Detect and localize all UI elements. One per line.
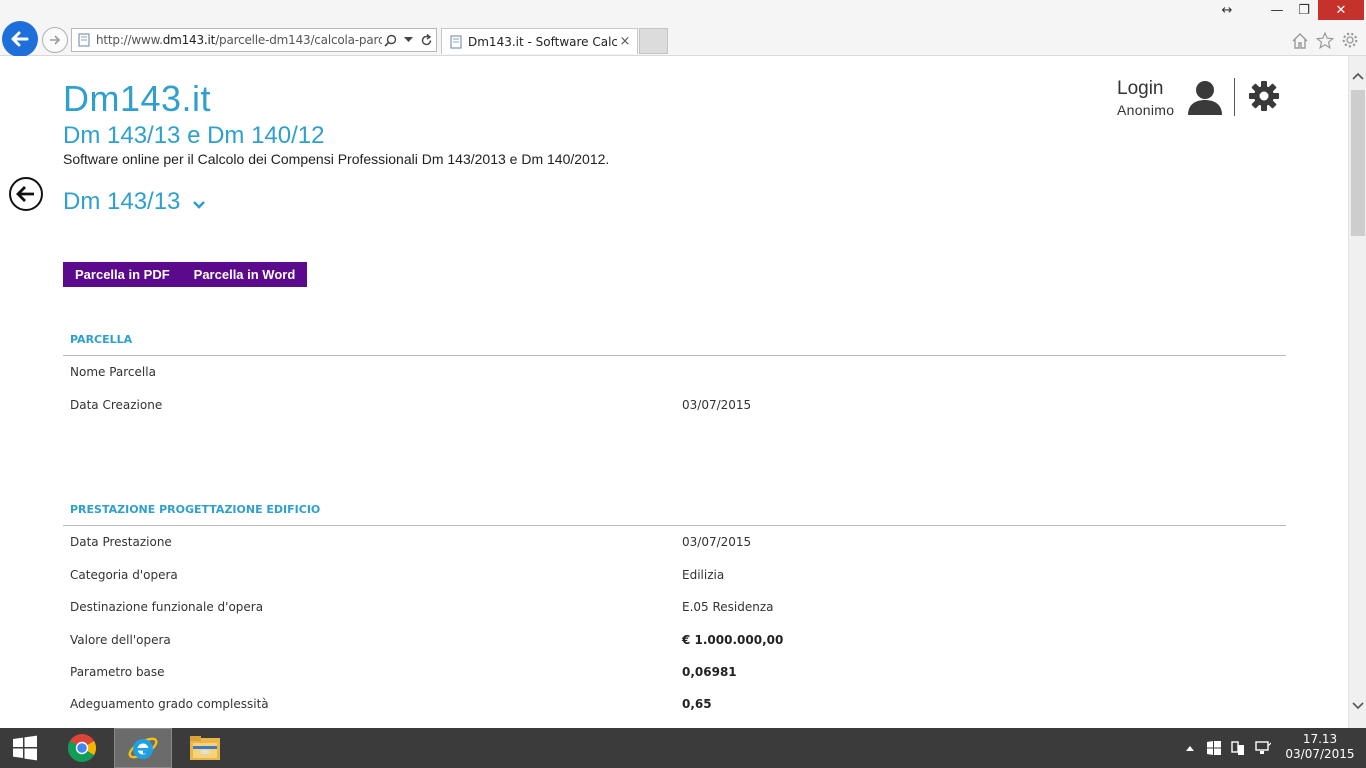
- tab-close-icon[interactable]: ×: [617, 34, 633, 49]
- maximize-button[interactable]: ❐: [1291, 0, 1317, 20]
- action-center-flag-icon[interactable]: [1205, 728, 1223, 768]
- folder-icon: [190, 736, 220, 760]
- browser-tab[interactable]: Dm143.it - Software Calcol... ×: [441, 28, 638, 54]
- arrow-left-icon: [16, 186, 34, 202]
- minimize-button[interactable]: —: [1264, 0, 1290, 20]
- page-content: Dm143.it Dm 143/13 e Dm 140/12 Software …: [0, 56, 1348, 728]
- address-url[interactable]: http://www.dm143.it/parcelle-dm143/calco…: [96, 33, 382, 47]
- address-bar[interactable]: http://www.dm143.it/parcelle-dm143/calco…: [71, 28, 437, 52]
- section-heading-parcella: PARCELLA: [63, 333, 1286, 356]
- tray-expand-icon[interactable]: [1182, 728, 1198, 768]
- search-icon[interactable]: [382, 32, 398, 48]
- home-icon[interactable]: [1290, 30, 1310, 50]
- scroll-down-icon[interactable]: [1349, 697, 1366, 715]
- row-label: Categoria d'opera: [70, 568, 178, 582]
- row-value: Edilizia: [682, 568, 725, 582]
- new-tab-button[interactable]: [639, 28, 668, 54]
- internet-explorer-icon: [128, 737, 158, 759]
- tab-favicon-icon: [448, 34, 464, 50]
- site-subtitle: Dm 143/13 e Dm 140/12: [63, 122, 325, 149]
- page-favicon-icon: [76, 32, 92, 48]
- vertical-scrollbar[interactable]: [1348, 56, 1366, 728]
- gear-icon[interactable]: [1248, 80, 1280, 112]
- start-button[interactable]: [0, 728, 50, 768]
- row-value: 03/07/2015: [682, 535, 752, 549]
- volume-icon[interactable]: [1253, 728, 1273, 768]
- favorites-star-icon[interactable]: [1315, 30, 1335, 50]
- system-clock[interactable]: 17.13 03/07/2015: [1280, 732, 1360, 762]
- back-button[interactable]: [2, 21, 38, 57]
- dropdown-icon[interactable]: [400, 32, 416, 48]
- row-label: Parametro base: [70, 665, 165, 679]
- word-export-button[interactable]: Parcella in Word: [182, 262, 308, 287]
- taskbar: 17.13 03/07/2015: [0, 728, 1366, 768]
- row-value: 0,06981: [682, 665, 737, 679]
- clock-date: 03/07/2015: [1285, 747, 1355, 761]
- row-label: Nome Parcella: [70, 365, 156, 379]
- login-area[interactable]: Login Anonimo: [1117, 78, 1174, 118]
- login-label[interactable]: Login: [1117, 78, 1174, 100]
- url-prefix: http://www.: [96, 33, 163, 47]
- login-username: Anonimo: [1117, 102, 1175, 118]
- row-value: 03/07/2015: [682, 398, 752, 412]
- row-value: € 1.000.000,00: [682, 633, 784, 647]
- row-label: Destinazione funzionale d'opera: [70, 600, 264, 614]
- site-title[interactable]: Dm143.it: [63, 78, 211, 120]
- url-domain: dm143.it: [162, 33, 216, 47]
- section-selector[interactable]: Dm 143/13: [63, 188, 206, 216]
- taskbar-ie-button[interactable]: [114, 728, 172, 768]
- page-back-button[interactable]: [9, 177, 43, 211]
- section-heading-prestazione: PRESTAZIONE PROGETTAZIONE EDIFICIO: [63, 503, 1286, 526]
- windows-logo-icon: [13, 735, 37, 761]
- tab-title: Dm143.it - Software Calcol...: [468, 34, 617, 49]
- taskbar-explorer-button[interactable]: [178, 728, 232, 768]
- close-button[interactable]: ✕: [1318, 0, 1364, 20]
- site-description: Software online per il Calcolo dei Compe…: [63, 151, 610, 167]
- network-icon[interactable]: [1229, 728, 1247, 768]
- user-icon[interactable]: [1186, 80, 1224, 116]
- row-value: 0,65: [682, 697, 712, 711]
- forward-button[interactable]: [42, 27, 68, 53]
- scroll-up-icon[interactable]: [1349, 67, 1366, 85]
- refresh-icon[interactable]: [418, 32, 434, 48]
- row-label: Data Prestazione: [70, 535, 172, 549]
- browser-chrome: http://www.dm143.it/parcelle-dm143/calco…: [0, 0, 1366, 57]
- taskbar-chrome-button[interactable]: [57, 728, 107, 768]
- row-label: Data Creazione: [70, 398, 163, 412]
- url-path: /parcelle-dm143/calcola-parcella: [215, 33, 382, 47]
- pdf-export-button[interactable]: Parcella in PDF: [63, 262, 182, 287]
- resize-icon[interactable]: ↔: [1214, 0, 1240, 20]
- arrow-left-icon: [11, 31, 29, 47]
- scroll-thumb[interactable]: [1351, 90, 1365, 236]
- row-value: E.05 Residenza: [682, 600, 774, 614]
- arrow-right-icon: [50, 35, 61, 45]
- row-label: Adeguamento grado complessità: [70, 697, 269, 711]
- chevron-down-icon: [192, 200, 206, 210]
- header-divider: [1234, 78, 1235, 116]
- export-toolbar: Parcella in PDF Parcella in Word: [63, 262, 308, 287]
- row-label: Valore dell'opera: [70, 633, 171, 647]
- section-selector-label: Dm 143/13: [63, 188, 181, 215]
- clock-time: 17.13: [1302, 732, 1338, 746]
- settings-gear-icon[interactable]: [1340, 30, 1360, 50]
- chrome-icon: [68, 734, 96, 762]
